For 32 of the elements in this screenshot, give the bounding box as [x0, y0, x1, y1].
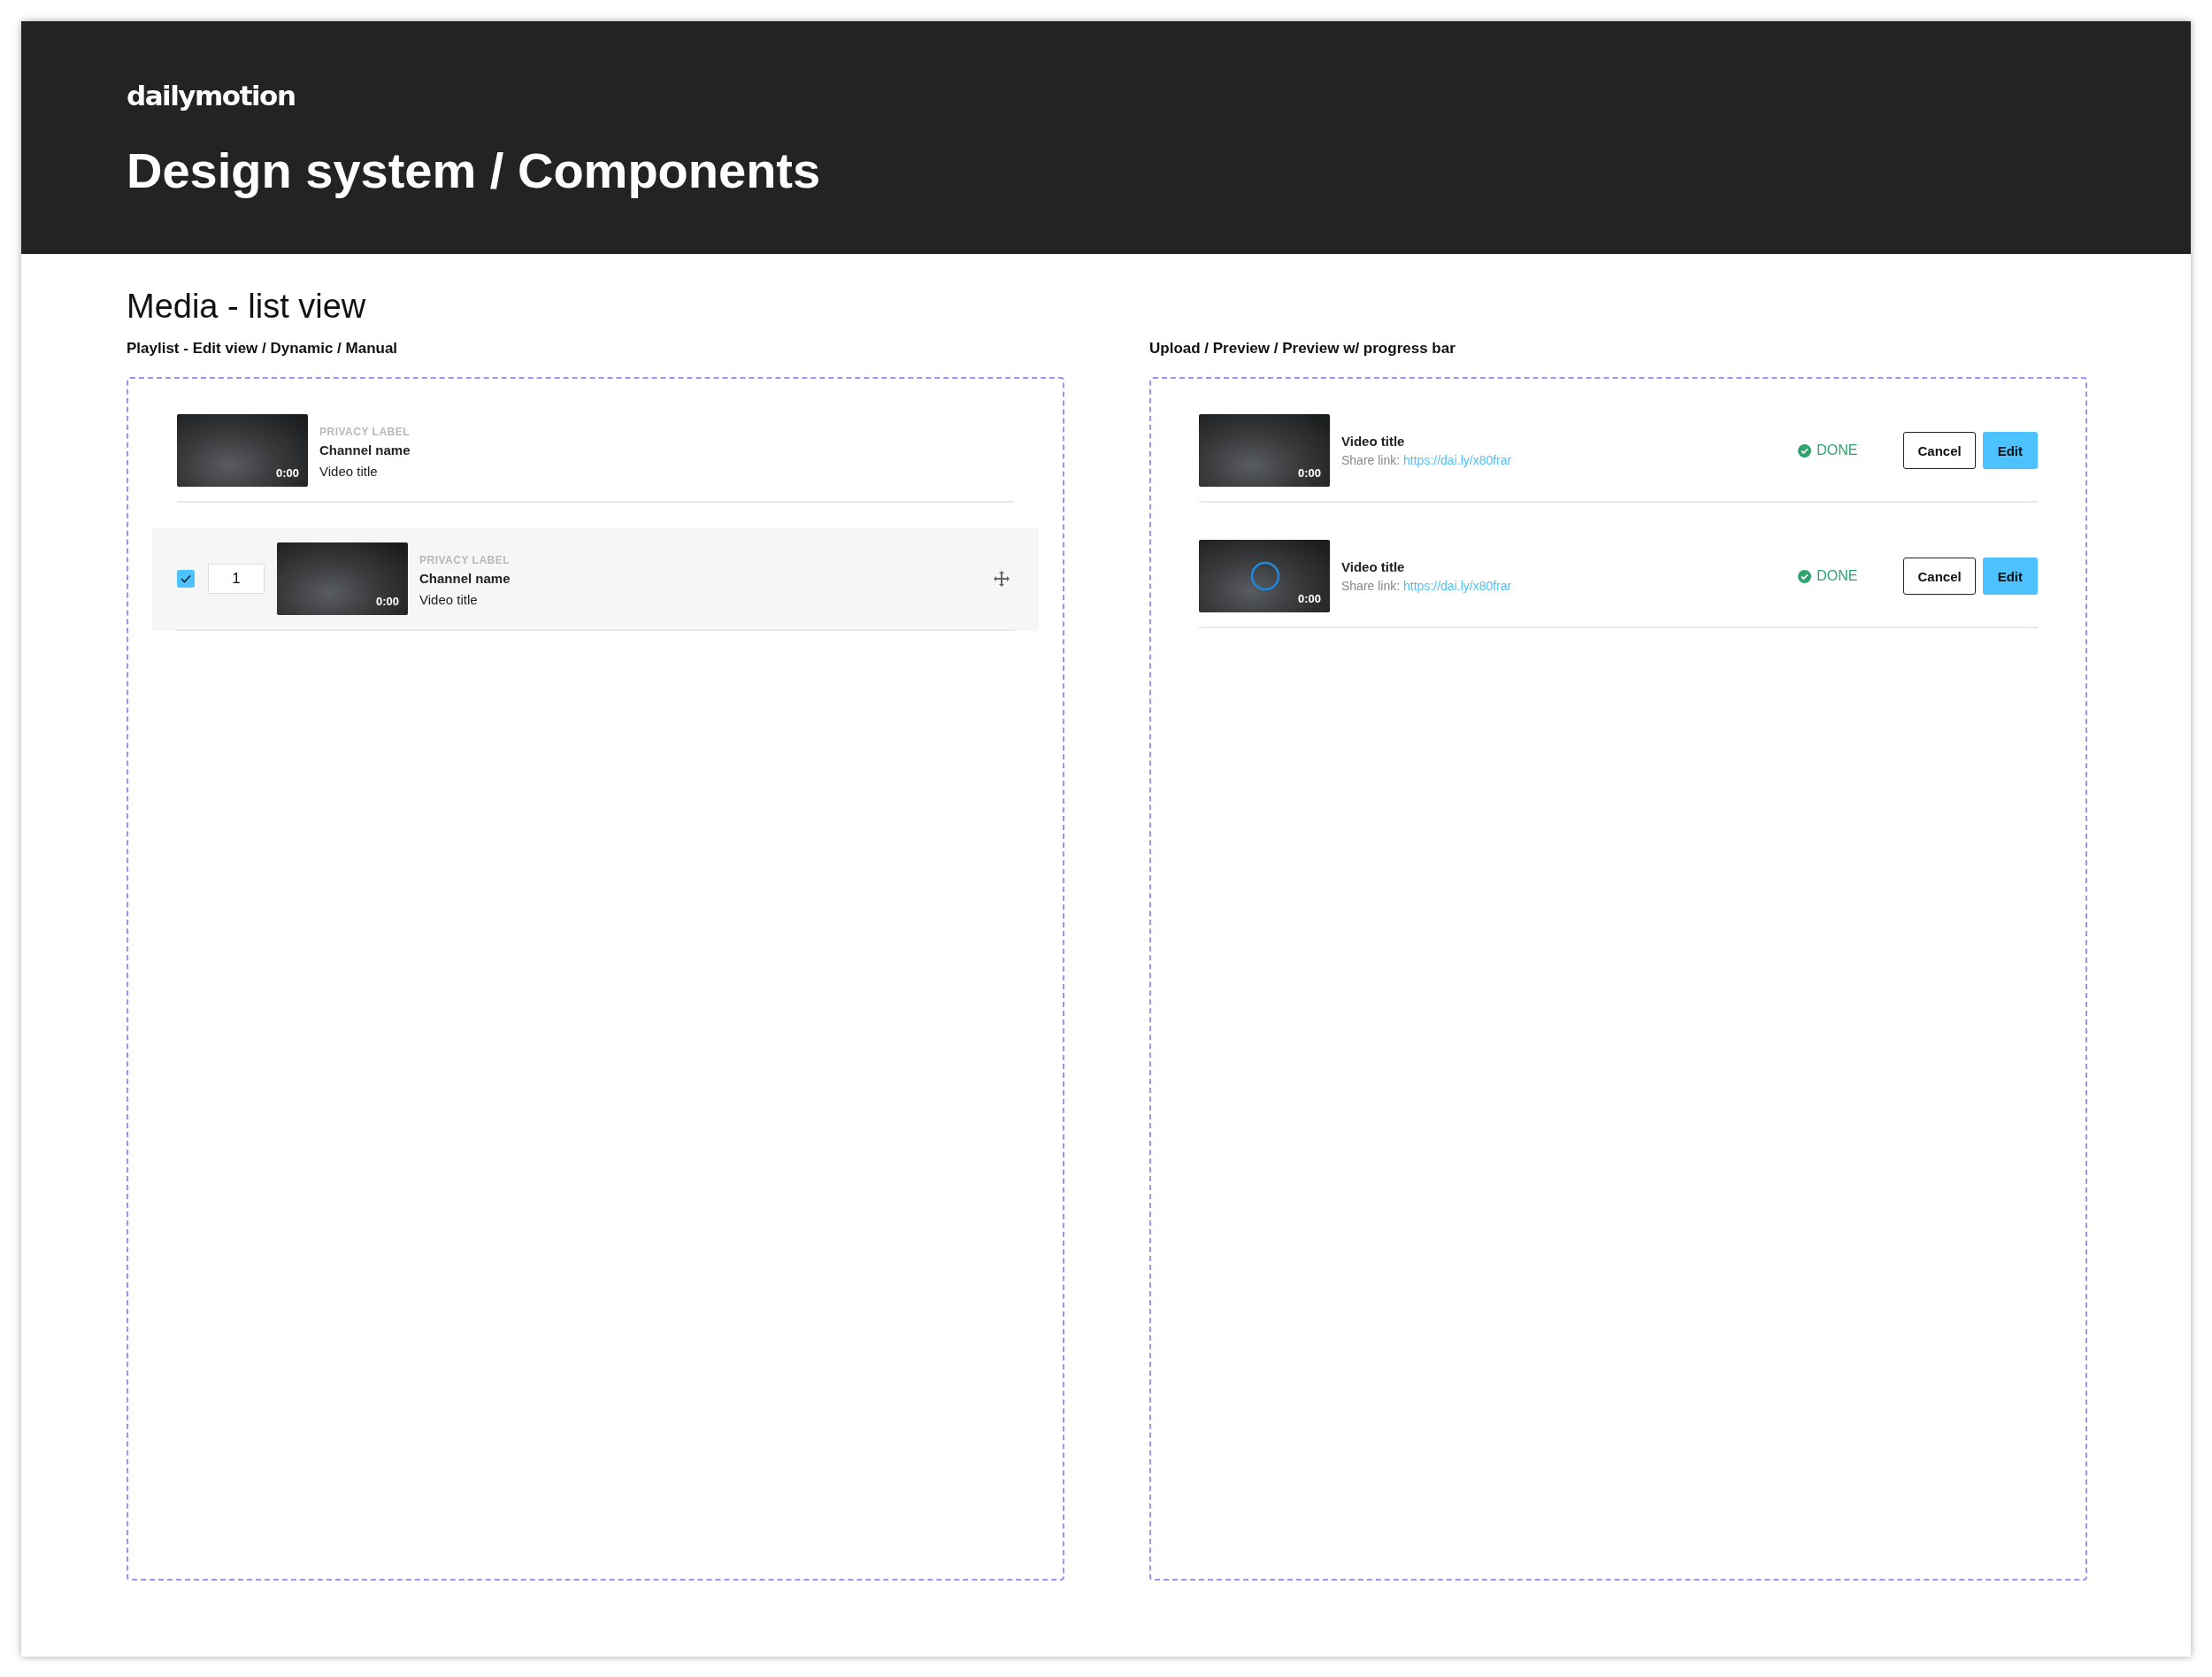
channel-name: Channel name [419, 571, 511, 586]
duration-label: 0:00 [1297, 592, 1321, 605]
video-title: Video title [319, 464, 379, 479]
checkbox[interactable] [177, 570, 195, 588]
checkmark-icon [180, 574, 191, 583]
logo: dailymotion [127, 80, 296, 112]
duration-label: 0:00 [1297, 466, 1321, 480]
share-link-text: Share link: https://dai.ly/x80frar [1341, 579, 1512, 593]
video-title: Video title [419, 592, 479, 607]
position-field[interactable]: 1 [208, 564, 265, 594]
edit-button[interactable]: Edit [1982, 432, 2038, 469]
share-link-text: Share link: https://dai.ly/x80frar [1341, 453, 1512, 467]
channel-name: Channel name [319, 442, 411, 458]
section-title: Media - list view [127, 288, 367, 326]
page-title: Design system / Components [127, 142, 822, 199]
cancel-button[interactable]: Cancel [1903, 558, 1976, 595]
video-title: Video title [1341, 434, 1406, 449]
panel-subtitle: Playlist - Edit view / Dynamic / Manual [127, 340, 398, 358]
cancel-button[interactable]: Cancel [1903, 432, 1976, 469]
video-title: Video title [1341, 559, 1406, 574]
duration-label: 0:00 [275, 466, 299, 480]
edit-button[interactable]: Edit [1982, 558, 2038, 595]
loading-ring-icon [1250, 561, 1280, 591]
check-circle-icon [1798, 443, 1812, 458]
duration-label: 0:00 [375, 595, 399, 608]
privacy-label: PRIVACY LABEL [419, 554, 511, 566]
check-circle-icon [1798, 569, 1812, 583]
privacy-label: PRIVACY LABEL [319, 426, 411, 438]
status-label: DONE [1816, 568, 1858, 584]
panel-subtitle: Upload / Preview / Preview w/ progress bar [1149, 340, 1455, 358]
status-label: DONE [1816, 442, 1858, 458]
move-icon[interactable] [993, 570, 1010, 588]
